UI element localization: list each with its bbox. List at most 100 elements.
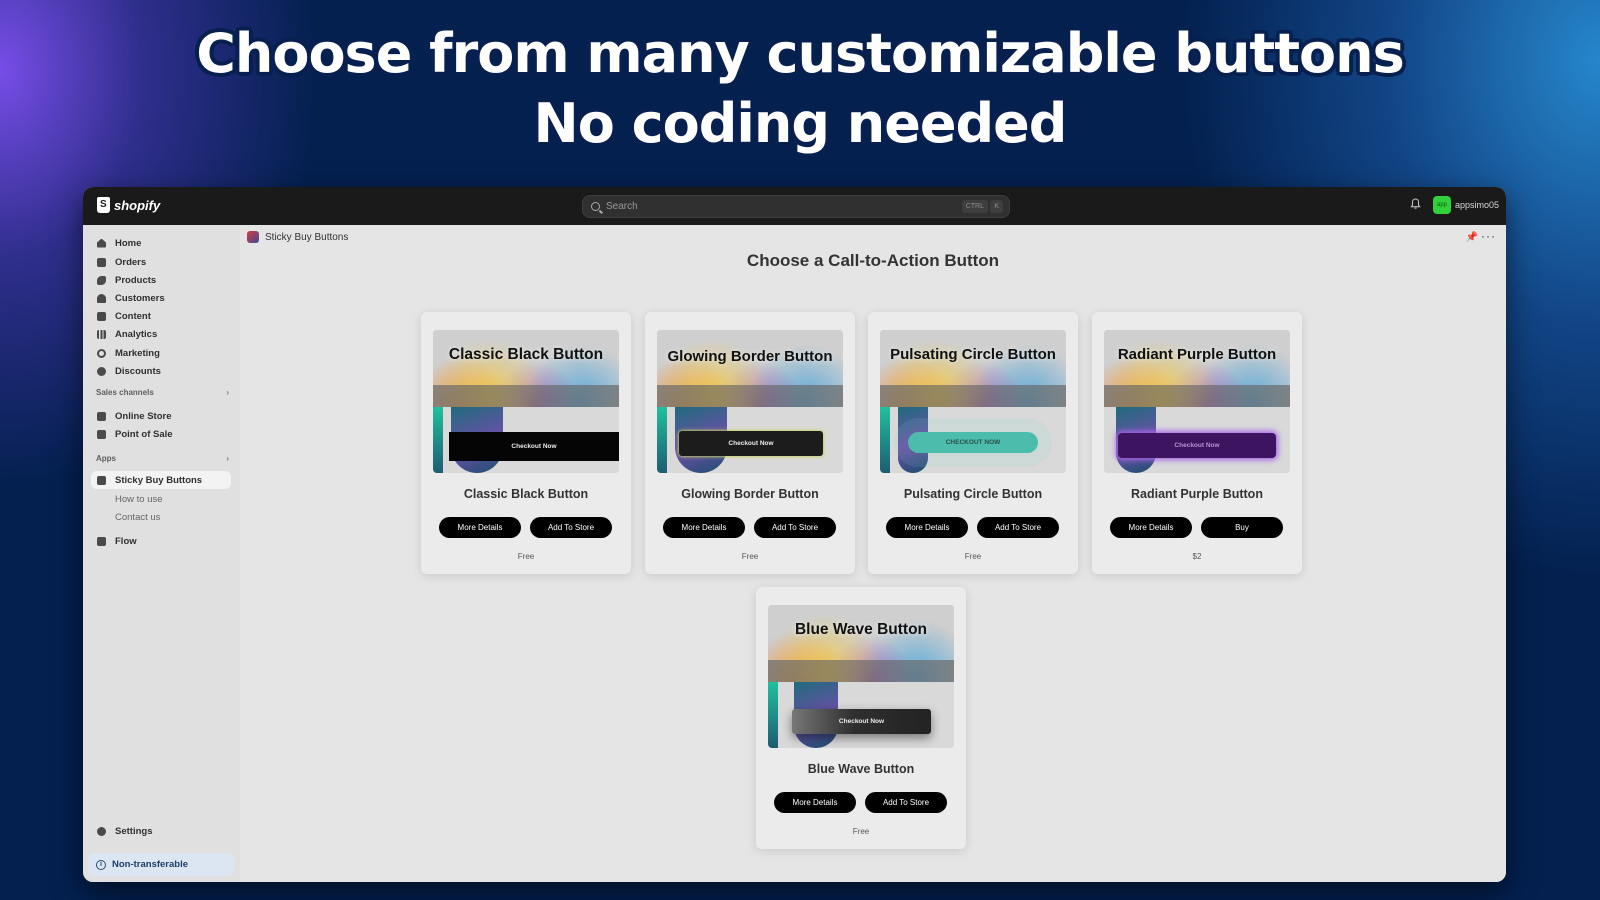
button-card: Radiant Purple Button Checkout Now Radia… xyxy=(1092,312,1302,574)
chevron-right-icon: › xyxy=(226,388,229,397)
tag-icon xyxy=(97,275,106,285)
shortcut-ctrl-key: CTRL xyxy=(961,200,988,213)
sidebar-item-label: Contact us xyxy=(115,511,161,523)
buy-button[interactable]: Buy xyxy=(1201,517,1283,538)
more-details-button[interactable]: More Details xyxy=(663,517,745,538)
preview-checkout-button: Checkout Now xyxy=(792,709,931,734)
add-to-store-button[interactable]: Add To Store xyxy=(754,517,836,538)
top-bar: shopify Search CTRL K app appsimo05 xyxy=(83,187,1506,225)
sidebar-item-customers[interactable]: Customers xyxy=(91,289,231,307)
headline-line-2: No coding needed xyxy=(533,92,1068,155)
sidebar-item-analytics[interactable]: Analytics xyxy=(91,325,231,343)
preview-checkout-button: Checkout Now xyxy=(679,431,823,456)
store-icon xyxy=(97,411,106,421)
sidebar-item-label: Discounts xyxy=(115,365,161,377)
button-preview-image: Glowing Border Button Checkout Now xyxy=(657,330,843,473)
target-icon xyxy=(97,348,106,358)
sidebar-item-content[interactable]: Content xyxy=(91,307,231,325)
more-options-icon[interactable]: ··· xyxy=(1481,229,1496,243)
sidebar-item-label: Orders xyxy=(115,256,147,268)
button-preview-image: Pulsating Circle Button CHECKOUT NOW xyxy=(880,330,1066,473)
sidebar-item-label: Sticky Buy Buttons xyxy=(115,474,203,486)
pos-icon xyxy=(97,429,106,439)
sidebar-item-label: Analytics xyxy=(115,328,158,340)
bell-icon[interactable] xyxy=(1410,198,1421,210)
sidebar-item-how-to-use[interactable]: How to use xyxy=(91,490,231,508)
main-content: Sticky Buy Buttons 📌 ··· Choose a Call-t… xyxy=(240,225,1506,882)
preview-checkout-button: Checkout Now xyxy=(1118,433,1276,458)
more-details-button[interactable]: More Details xyxy=(774,792,856,813)
app-icon xyxy=(97,475,106,485)
sidebar-item-settings[interactable]: Settings xyxy=(91,822,231,840)
sidebar-item-marketing[interactable]: Marketing xyxy=(91,344,231,362)
apps-label: Apps xyxy=(96,454,116,463)
sidebar-item-flow[interactable]: Flow xyxy=(91,532,231,550)
sidebar-item-label: Customers xyxy=(115,292,165,304)
sidebar-item-label: Home xyxy=(115,237,142,249)
price-label: Free xyxy=(517,552,535,561)
preview-checkout-button: Checkout Now xyxy=(449,432,619,461)
discount-icon xyxy=(97,366,106,376)
card-title: Pulsating Circle Button xyxy=(903,487,1043,501)
breadcrumb-label: Sticky Buy Buttons xyxy=(265,231,349,243)
search-input[interactable]: Search CTRL K xyxy=(582,195,1010,218)
sidebar-item-sticky-buy-buttons[interactable]: Sticky Buy Buttons xyxy=(91,471,231,489)
search-icon xyxy=(591,202,600,211)
button-preview-image: Classic Black Button Checkout Now xyxy=(433,330,619,473)
username: appsimo05 xyxy=(1455,200,1500,210)
sidebar-item-contact-us[interactable]: Contact us xyxy=(91,508,231,526)
price-label: Free xyxy=(964,552,982,561)
sidebar-item-online-store[interactable]: Online Store xyxy=(91,407,231,425)
shopify-logo[interactable]: shopify xyxy=(97,197,160,213)
shopify-admin-window: shopify Search CTRL K app appsimo05 Home… xyxy=(83,187,1506,882)
preview-title: Blue Wave Button xyxy=(794,621,928,638)
sidebar-item-discounts[interactable]: Discounts xyxy=(91,362,231,380)
preview-title: Classic Black Button xyxy=(448,346,604,363)
person-icon xyxy=(97,293,106,303)
more-details-button[interactable]: More Details xyxy=(439,517,521,538)
button-card: Classic Black Button Checkout Now Classi… xyxy=(421,312,631,574)
more-details-button[interactable]: More Details xyxy=(886,517,968,538)
user-menu[interactable]: app appsimo05 xyxy=(1433,196,1499,214)
flow-icon xyxy=(97,536,106,546)
sales-channels-heading[interactable]: Sales channels › xyxy=(96,388,229,397)
button-card: Pulsating Circle Button CHECKOUT NOW Pul… xyxy=(868,312,1078,574)
sidebar-item-label: Settings xyxy=(115,825,153,837)
apps-heading[interactable]: Apps › xyxy=(96,454,229,463)
breadcrumb[interactable]: Sticky Buy Buttons xyxy=(247,231,348,243)
shopify-bag-icon xyxy=(97,197,110,213)
bar-chart-icon xyxy=(97,329,106,339)
sidebar-item-label: How to use xyxy=(115,493,163,505)
price-label: Free xyxy=(741,552,759,561)
pin-icon[interactable]: 📌 xyxy=(1466,232,1478,243)
sidebar-item-label: Online Store xyxy=(115,410,172,422)
home-icon xyxy=(97,238,106,248)
sidebar-item-home[interactable]: Home xyxy=(91,234,231,252)
sidebar-item-point-of-sale[interactable]: Point of Sale xyxy=(91,425,231,443)
card-title: Blue Wave Button xyxy=(807,762,915,776)
info-icon: i xyxy=(96,859,106,870)
image-icon xyxy=(97,311,106,321)
sidebar-item-label: Flow xyxy=(115,535,137,547)
card-title: Classic Black Button xyxy=(463,487,589,501)
sales-channels-label: Sales channels xyxy=(96,388,154,397)
card-title: Radiant Purple Button xyxy=(1131,487,1263,501)
non-transferable-badge[interactable]: i Non-transferable xyxy=(88,853,234,876)
add-to-store-button[interactable]: Add To Store xyxy=(977,517,1059,538)
non-transferable-label: Non-transferable xyxy=(112,859,189,870)
preview-title: Radiant Purple Button xyxy=(1117,346,1277,363)
sidebar-item-label: Products xyxy=(115,274,157,286)
gear-icon xyxy=(97,826,106,836)
sidebar-item-orders[interactable]: Orders xyxy=(91,253,231,271)
button-preview-image: Radiant Purple Button Checkout Now xyxy=(1104,330,1290,473)
sidebar-item-products[interactable]: Products xyxy=(91,271,231,289)
sidebar-item-label: Marketing xyxy=(115,347,160,359)
more-details-button[interactable]: More Details xyxy=(1110,517,1192,538)
price-label: $2 xyxy=(1192,552,1202,561)
preview-title: Pulsating Circle Button xyxy=(890,346,1056,363)
page-title: Choose a Call-to-Action Button xyxy=(746,251,1000,270)
headline-line-1: Choose from many customizable buttons xyxy=(196,22,1404,85)
add-to-store-button[interactable]: Add To Store xyxy=(530,517,612,538)
avatar: app xyxy=(1433,196,1451,214)
add-to-store-button[interactable]: Add To Store xyxy=(865,792,947,813)
